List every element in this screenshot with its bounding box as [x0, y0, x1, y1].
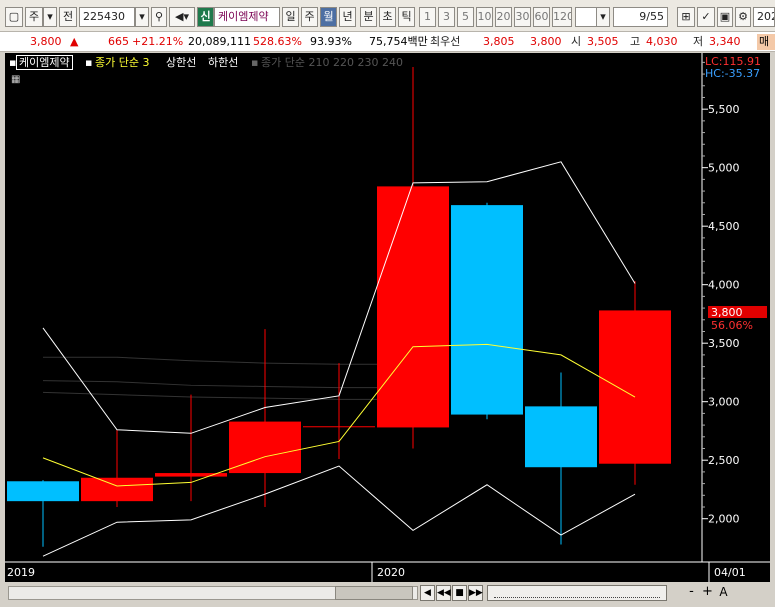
search-icon[interactable]: ⚲: [151, 7, 167, 27]
price-chart[interactable]: 5,500 5,000 4,500 4,000 3,500 3,000 2,500 2,000…: [5, 53, 770, 582]
price-change-pct: +21.21%: [132, 35, 184, 48]
y-tick-label: 2,000: [708, 513, 740, 526]
interval-3[interactable]: 3: [438, 7, 455, 27]
best-bid: 3,800: [530, 35, 562, 48]
right-code[interactable]: 202: [753, 7, 775, 27]
code-input[interactable]: 225430: [79, 7, 135, 27]
custom-interval-dropdown-icon[interactable]: ▾: [596, 7, 610, 27]
legend-lower[interactable]: 하한선: [208, 56, 238, 69]
interval-120[interactable]: 120: [552, 7, 572, 27]
legend-title[interactable]: 케이엠제약: [16, 55, 73, 70]
zoom-out-icon[interactable]: -: [684, 585, 699, 601]
quote-bar: 3,800 ▲ 665 +21.21% 20,089,111 528.63% 9…: [0, 32, 775, 52]
y-tick-label: 3,000: [708, 396, 740, 409]
zoom-slider[interactable]: [487, 585, 667, 601]
period-day[interactable]: 일: [282, 7, 299, 27]
table-icon[interactable]: ▦: [11, 73, 20, 86]
prev-button[interactable]: 전: [59, 7, 77, 27]
legend-bullet-icon: ▪: [85, 56, 93, 69]
long-ma-line: [43, 356, 413, 365]
period-second[interactable]: 초: [379, 7, 396, 27]
x-label-2019: 2019: [7, 566, 35, 579]
period-year[interactable]: 년: [339, 7, 356, 27]
y-tick-label: 5,500: [708, 103, 740, 116]
check-icon[interactable]: ✓: [697, 7, 715, 27]
chart-grid-icon[interactable]: ⊞: [677, 7, 695, 27]
long-ma-line: [42, 380, 413, 389]
high-label: 고: [630, 35, 641, 48]
period-minute[interactable]: 분: [360, 7, 377, 27]
candle-body: [303, 426, 375, 428]
y-tick-label: 4,500: [708, 220, 740, 233]
turnover-pct: 93.93%: [310, 35, 352, 48]
code-dropdown-icon[interactable]: ▾: [135, 7, 149, 27]
price-change: 665: [108, 35, 129, 48]
trade-amount: 75,754백만: [369, 35, 428, 48]
period-tick[interactable]: 틱: [398, 7, 415, 27]
current-price-tag: 3,800: [708, 306, 767, 319]
market-dropdown-icon[interactable]: ▾: [43, 7, 57, 27]
interval-20[interactable]: 20: [495, 7, 512, 27]
market-select[interactable]: 주: [25, 7, 43, 27]
best-ask: 3,805: [483, 35, 515, 48]
stock-name[interactable]: 케이엠제약: [214, 7, 280, 27]
interval-30[interactable]: 30: [514, 7, 531, 27]
y-tick-label: 5,000: [708, 162, 740, 175]
gear-icon[interactable]: ⚙: [735, 7, 751, 27]
current-pct-tag: 56.06%: [711, 319, 753, 332]
y-tick-label: 3,500: [708, 337, 740, 350]
open-label: 시: [571, 35, 582, 48]
legend-ma-long[interactable]: 종가 단순 210 220 230 240: [261, 56, 403, 69]
save-icon[interactable]: ▣: [717, 7, 733, 27]
volume: 20,089,111: [188, 35, 251, 48]
legend-upper[interactable]: 상한선: [166, 56, 196, 69]
legend-bullet-icon: ▪: [251, 56, 259, 69]
page-counter: 9/55: [613, 7, 668, 27]
candle-body: [525, 406, 597, 468]
y-tick-label: 2,500: [708, 454, 740, 467]
x-label-0401: 04/01: [714, 566, 746, 579]
speaker-icon[interactable]: ◀▾: [169, 7, 195, 27]
toolbar: ▢ 주 ▾ 전 225430 ▾ ⚲ ◀▾ 신 케이엠제약 일 주 월 년 분 …: [0, 0, 775, 32]
x-label-2020: 2020: [377, 566, 405, 579]
candle-body: [599, 310, 671, 464]
bottom-bar: ◀ ◀◀ ■ ▶▶ - + A: [0, 582, 775, 607]
low-label: 저: [693, 35, 704, 48]
auto-scale-icon[interactable]: A: [716, 585, 731, 601]
period-week[interactable]: 주: [301, 7, 318, 27]
legend-ma3[interactable]: 종가 단순 3: [95, 56, 149, 69]
scroll-fast-left-icon[interactable]: ◀◀: [436, 585, 451, 601]
hc-label: HC:-35.37: [705, 67, 761, 80]
zoom-in-icon[interactable]: +: [700, 585, 715, 601]
interval-1[interactable]: 1: [419, 7, 436, 27]
candle-body: [81, 477, 153, 502]
candle-body: [377, 186, 449, 428]
stop-icon[interactable]: ■: [452, 585, 467, 601]
chart-canvas: 5,500 5,000 4,500 4,000 3,500 3,000 2,500 2,000: [5, 53, 770, 582]
layout-icon[interactable]: ▢: [5, 7, 23, 27]
zoom-ticks: [494, 588, 660, 598]
up-arrow-icon: ▲: [70, 35, 79, 48]
volume-ratio: 528.63%: [253, 35, 302, 48]
candle-body: [451, 205, 523, 415]
long-ma-line: [42, 391, 413, 400]
interval-10[interactable]: 10: [476, 7, 493, 27]
chart-scroll-thumb[interactable]: [335, 586, 413, 600]
new-badge: 신: [197, 7, 214, 27]
best-quote-label: 최우선: [430, 35, 461, 48]
open-price: 3,505: [587, 35, 619, 48]
interval-5[interactable]: 5: [457, 7, 474, 27]
y-tick-label: 4,000: [708, 279, 740, 292]
scroll-left-icon[interactable]: ◀: [420, 585, 435, 601]
current-price: 3,800: [30, 35, 62, 48]
scroll-fast-right-icon[interactable]: ▶▶: [468, 585, 483, 601]
high-price: 4,030: [646, 35, 678, 48]
period-month[interactable]: 월: [320, 7, 337, 27]
extra-tab[interactable]: 매: [757, 34, 775, 50]
interval-60[interactable]: 60: [533, 7, 550, 27]
low-price: 3,340: [709, 35, 741, 48]
candle-body: [7, 481, 79, 502]
